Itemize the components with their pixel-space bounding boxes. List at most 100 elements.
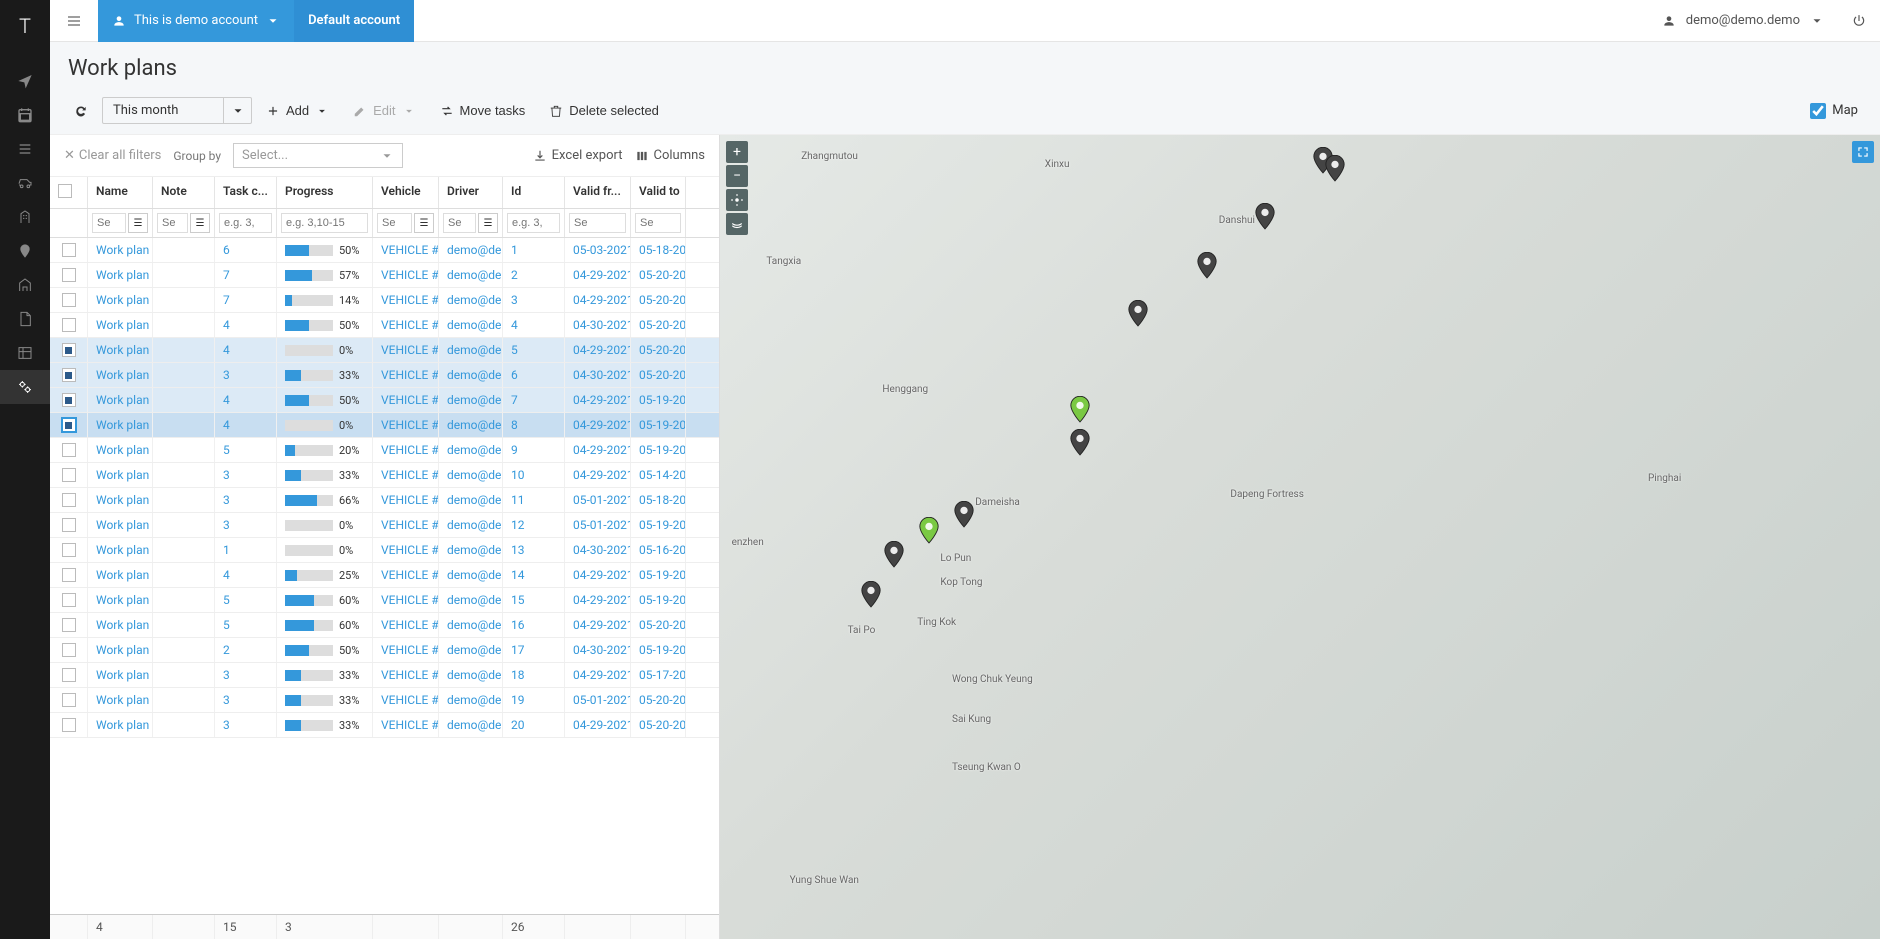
- row-vehicle[interactable]: VEHICLE #0: [373, 463, 439, 487]
- zoom-in-button[interactable]: +: [726, 141, 748, 163]
- row-id[interactable]: 11: [503, 488, 565, 512]
- row-checkbox[interactable]: [62, 618, 76, 632]
- excel-export-button[interactable]: Excel export: [533, 148, 623, 163]
- row-name[interactable]: Work plan: [88, 513, 153, 537]
- table-row[interactable]: Work plan425%VEHICLE #0demo@der1404-29-2…: [50, 563, 719, 588]
- columns-button[interactable]: Columns: [635, 148, 706, 163]
- row-taskcount[interactable]: 7: [215, 288, 277, 312]
- table-row[interactable]: Work plan520%VEHICLE #0demo@der904-29-20…: [50, 438, 719, 463]
- row-vehicle[interactable]: VEHICLE #0: [373, 713, 439, 737]
- period-select[interactable]: This month: [102, 97, 252, 124]
- row-valid-from[interactable]: 04-29-2021: [565, 388, 631, 412]
- row-valid-from[interactable]: 04-30-2021: [565, 363, 631, 387]
- row-valid-to[interactable]: 05-20-20: [631, 688, 686, 712]
- row-id[interactable]: 17: [503, 638, 565, 662]
- row-valid-to[interactable]: 05-18-20: [631, 488, 686, 512]
- row-name[interactable]: Work plan: [88, 363, 153, 387]
- row-vehicle[interactable]: VEHICLE #0: [373, 413, 439, 437]
- table-row[interactable]: Work plan333%VEHICLE #0demo@der1905-01-2…: [50, 688, 719, 713]
- row-valid-to[interactable]: 05-17-20: [631, 663, 686, 687]
- user-menu[interactable]: demo@demo.demo: [1648, 13, 1838, 28]
- row-vehicle[interactable]: VEHICLE #0: [373, 488, 439, 512]
- row-taskcount[interactable]: 3: [215, 713, 277, 737]
- filter-taskcount[interactable]: [219, 213, 272, 233]
- table-row[interactable]: Work plan10%VEHICLE #0demo@der1304-30-20…: [50, 538, 719, 563]
- row-taskcount[interactable]: 4: [215, 388, 277, 412]
- zoom-out-button[interactable]: −: [726, 165, 748, 187]
- row-checkbox-cell[interactable]: [50, 363, 88, 387]
- row-valid-from[interactable]: 04-29-2021: [565, 263, 631, 287]
- row-id[interactable]: 14: [503, 563, 565, 587]
- edit-button[interactable]: Edit: [343, 98, 425, 123]
- map-pin[interactable]: [1069, 396, 1091, 424]
- row-name[interactable]: Work plan: [88, 313, 153, 337]
- row-vehicle[interactable]: VEHICLE #0: [373, 638, 439, 662]
- row-valid-from[interactable]: 04-30-2021: [565, 638, 631, 662]
- nav-vehicle-icon[interactable]: [0, 166, 50, 200]
- row-checkbox-cell[interactable]: [50, 263, 88, 287]
- row-valid-to[interactable]: 05-16-20: [631, 538, 686, 562]
- map-pin[interactable]: [1127, 300, 1149, 328]
- row-taskcount[interactable]: 3: [215, 688, 277, 712]
- row-name[interactable]: Work plan: [88, 688, 153, 712]
- table-row[interactable]: Work plan757%VEHICLE #0demo@der204-29-20…: [50, 263, 719, 288]
- table-row[interactable]: Work plan650%VEHICLE #0demo@der105-03-20…: [50, 238, 719, 263]
- row-checkbox-cell[interactable]: [50, 663, 88, 687]
- row-valid-from[interactable]: 04-29-2021: [565, 338, 631, 362]
- row-name[interactable]: Work plan: [88, 263, 153, 287]
- menu-toggle[interactable]: [50, 0, 98, 42]
- table-row[interactable]: Work plan333%VEHICLE #0demo@der1804-29-2…: [50, 663, 719, 688]
- row-valid-from[interactable]: 05-01-2021: [565, 688, 631, 712]
- row-checkbox[interactable]: [62, 368, 76, 382]
- row-taskcount[interactable]: 3: [215, 513, 277, 537]
- row-checkbox-cell[interactable]: [50, 713, 88, 737]
- map-pin[interactable]: [1196, 252, 1218, 280]
- table-row[interactable]: Work plan560%VEHICLE #0demo@der1504-29-2…: [50, 588, 719, 613]
- row-id[interactable]: 9: [503, 438, 565, 462]
- row-id[interactable]: 15: [503, 588, 565, 612]
- row-vehicle[interactable]: VEHICLE #0: [373, 388, 439, 412]
- row-valid-from[interactable]: 04-29-2021: [565, 713, 631, 737]
- row-id[interactable]: 4: [503, 313, 565, 337]
- row-valid-to[interactable]: 05-20-20: [631, 313, 686, 337]
- row-driver[interactable]: demo@der: [439, 413, 503, 437]
- row-valid-to[interactable]: 05-20-20: [631, 613, 686, 637]
- row-valid-from[interactable]: 04-29-2021: [565, 588, 631, 612]
- row-name[interactable]: Work plan: [88, 388, 153, 412]
- row-checkbox-cell[interactable]: [50, 313, 88, 337]
- row-driver[interactable]: demo@der: [439, 538, 503, 562]
- nav-pin-icon[interactable]: [0, 234, 50, 268]
- row-id[interactable]: 2: [503, 263, 565, 287]
- map-panel[interactable]: ZhangmutouXinxuTangxiaDanshuiHenggangDam…: [720, 135, 1880, 939]
- table-row[interactable]: Work plan560%VEHICLE #0demo@der1604-29-2…: [50, 613, 719, 638]
- col-progress[interactable]: Progress: [277, 177, 373, 208]
- map-pin[interactable]: [1069, 429, 1091, 457]
- row-driver[interactable]: demo@der: [439, 613, 503, 637]
- power-button[interactable]: [1838, 14, 1880, 28]
- row-driver[interactable]: demo@der: [439, 238, 503, 262]
- row-valid-to[interactable]: 05-19-20: [631, 563, 686, 587]
- row-valid-to[interactable]: 05-14-20: [631, 463, 686, 487]
- row-driver[interactable]: demo@der: [439, 438, 503, 462]
- col-checkbox[interactable]: [50, 177, 88, 208]
- map-canvas[interactable]: [720, 135, 1880, 939]
- row-taskcount[interactable]: 6: [215, 238, 277, 262]
- table-row[interactable]: Work plan333%VEHICLE #0demo@der604-30-20…: [50, 363, 719, 388]
- filter-list-icon[interactable]: ☰: [478, 213, 498, 233]
- row-taskcount[interactable]: 3: [215, 488, 277, 512]
- row-taskcount[interactable]: 3: [215, 663, 277, 687]
- row-taskcount[interactable]: 3: [215, 463, 277, 487]
- table-row[interactable]: Work plan30%VEHICLE #0demo@der1205-01-20…: [50, 513, 719, 538]
- row-checkbox[interactable]: [62, 468, 76, 482]
- row-checkbox[interactable]: [62, 343, 76, 357]
- row-id[interactable]: 8: [503, 413, 565, 437]
- row-valid-from[interactable]: 04-29-2021: [565, 438, 631, 462]
- row-checkbox[interactable]: [62, 643, 76, 657]
- row-checkbox-cell[interactable]: [50, 438, 88, 462]
- nav-location-icon[interactable]: [0, 64, 50, 98]
- nav-doc-icon[interactable]: [0, 302, 50, 336]
- table-row[interactable]: Work plan40%VEHICLE #0demo@der804-29-202…: [50, 413, 719, 438]
- locate-button[interactable]: [726, 189, 748, 211]
- map-pin[interactable]: [1324, 155, 1346, 183]
- filter-list-icon[interactable]: ☰: [414, 213, 434, 233]
